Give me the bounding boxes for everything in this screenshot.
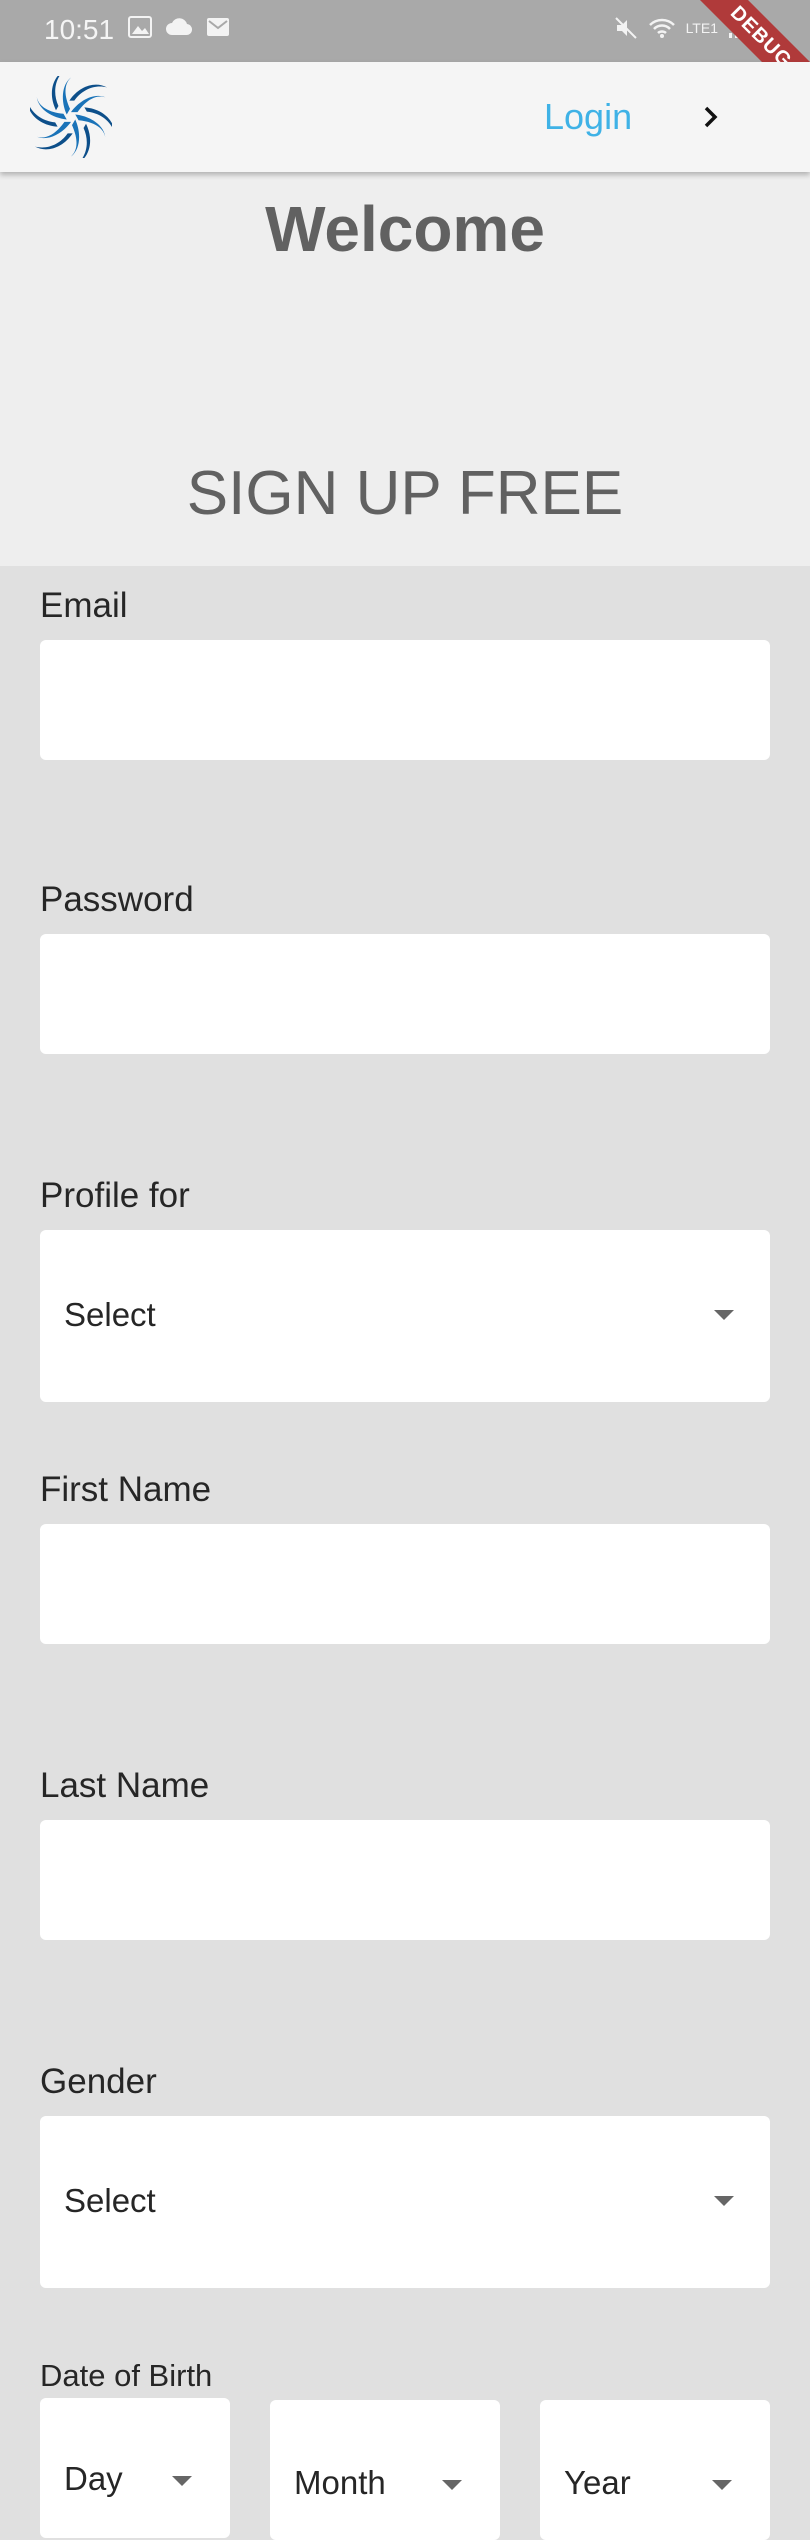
dob-day-select[interactable]: Day [40,2398,230,2538]
cloud-icon [166,18,192,36]
dob-month-value: Month [294,2464,386,2501]
email-field[interactable] [40,640,770,760]
first-name-field[interactable] [40,1524,770,1644]
email-label: Email [40,586,128,625]
first-name-label: First Name [40,1470,212,1509]
dob-year-select[interactable]: Year [540,2400,770,2540]
notification-icons [128,16,230,38]
dob-year-value: Year [564,2464,631,2501]
image-icon [128,16,152,38]
gender-label: Gender [40,2062,157,2101]
dob-day-value: Day [64,2460,123,2497]
swirl-logo-icon[interactable] [30,76,112,158]
status-time: 10:51 [44,14,115,45]
profile-for-value: Select [64,1296,156,1333]
last-name-field[interactable] [40,1820,770,1940]
signup-heading: SIGN UP FREE [186,459,624,528]
mail-icon [207,18,229,36]
arrow-drop-down-icon [714,1310,734,1320]
arrow-drop-down-icon [712,2480,732,2490]
app-bar: Login [0,62,810,172]
status-bar: 10:51 LTE1 DEBUG [0,0,810,62]
login-link[interactable]: Login [544,96,632,138]
mute-icon [614,17,637,39]
profile-for-label: Profile for [40,1176,190,1215]
password-label: Password [40,880,194,919]
gender-select[interactable]: Select [40,2116,770,2288]
last-name-label: Last Name [40,1766,210,1805]
dob-label: Date of Birth [40,2358,213,2393]
welcome-heading: Welcome [265,193,545,265]
arrow-drop-down-icon [442,2480,462,2490]
lte-label: LTE1 [685,20,718,36]
password-field[interactable] [40,934,770,1054]
dob-month-select[interactable]: Month [270,2400,500,2540]
chevron-right-icon[interactable] [696,102,726,132]
profile-for-select[interactable]: Select [40,1230,770,1402]
arrow-drop-down-icon [714,2196,734,2206]
gender-value: Select [64,2182,156,2219]
welcome-section: Welcome SIGN UP FREE [0,172,810,566]
arrow-drop-down-icon [172,2476,192,2486]
wifi-icon [648,18,675,38]
